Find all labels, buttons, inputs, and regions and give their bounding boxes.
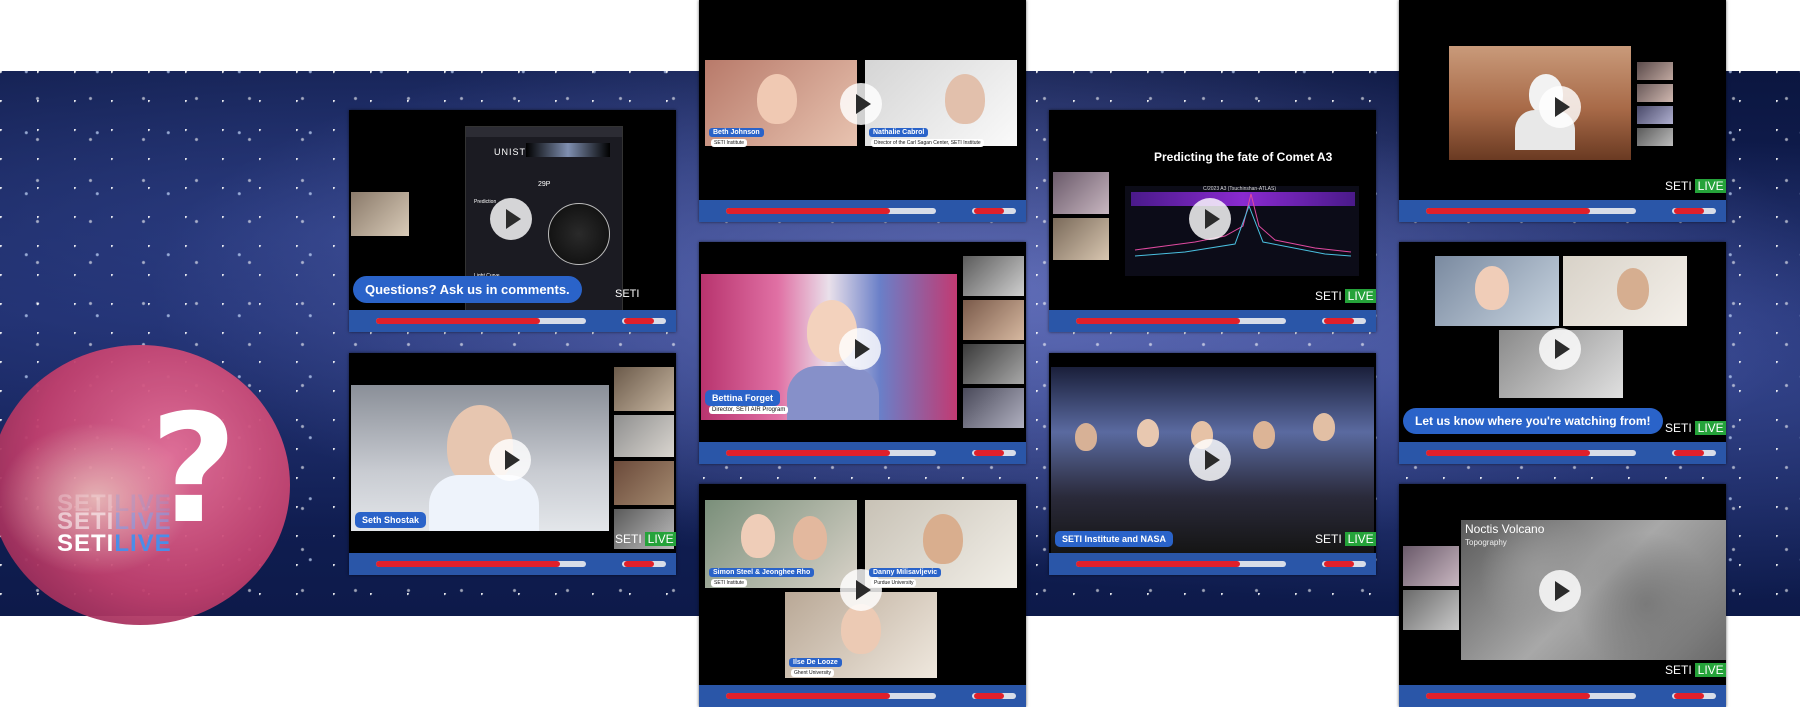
participant-thumbnail-1 <box>1053 172 1109 214</box>
speaker-name: Bettina Forget <box>705 390 781 406</box>
map-title: Noctis Volcano <box>1465 522 1545 536</box>
seti-live-badge: SETI LIVE <box>615 531 676 547</box>
play-icon[interactable] <box>1539 328 1581 370</box>
video-card-panel[interactable]: Simon Steel & Jeonghee Rho SETI Institut… <box>699 484 1026 707</box>
planet-illustration <box>0 345 290 625</box>
seti-live-badge: SETI LIVE <box>1315 531 1376 547</box>
thumbnail-3 <box>1637 106 1673 124</box>
watching-caption: Let us know where you're watching from! <box>1403 408 1663 434</box>
seti-live-badge: SETI LIVE <box>1315 288 1376 304</box>
participant-affiliation-bottom: Ghent University <box>791 669 834 677</box>
map-subtitle: Topography <box>1465 538 1507 547</box>
participant-video-right <box>1563 256 1687 326</box>
caption: SETI Institute and NASA <box>1055 531 1174 547</box>
thumbnail-4 <box>1637 128 1673 146</box>
main-speaker-video <box>351 385 609 531</box>
participant-affiliation-right: Purdue University <box>871 579 917 587</box>
video-progress-bar[interactable] <box>349 553 676 575</box>
play-icon[interactable] <box>1539 570 1581 612</box>
video-card-shostak[interactable]: Seth Shostak SETI LIVE <box>349 353 676 575</box>
video-progress-bar[interactable] <box>1399 200 1726 222</box>
seti-live-badge: SETI LIVE <box>1665 178 1726 194</box>
video-progress-bar[interactable] <box>1399 442 1726 464</box>
video-card-comet[interactable]: Predicting the fate of Comet A3 C/2023 A… <box>1049 110 1376 332</box>
play-icon[interactable] <box>1189 439 1231 481</box>
participant-thumbnail-2 <box>1403 590 1459 630</box>
participant-affiliation-right: Director of the Carl Sagan Center, SETI … <box>871 139 984 147</box>
video-card-watching[interactable]: Let us know where you're watching from! … <box>1399 242 1726 464</box>
thumbnail-3 <box>963 344 1024 384</box>
participant-video-left <box>1435 256 1559 326</box>
thumbnail-4 <box>963 388 1024 428</box>
video-card-astronaut[interactable]: SETI LIVE <box>1399 0 1726 222</box>
video-card-unistellar[interactable]: UNISTELLAR 29P Prediction Light Curve Me… <box>349 110 676 332</box>
video-card-nasa[interactable]: SETI Institute and NASA SETI LIVE <box>1049 353 1376 575</box>
thumbnail-1 <box>1637 62 1673 80</box>
seti-live-badge: SETI LIVE <box>1665 662 1726 678</box>
thumbnail-1 <box>614 367 674 411</box>
comet-curve <box>1134 193 1352 257</box>
video-progress-bar[interactable] <box>699 685 1026 707</box>
seti-live-logo: SETILIVE <box>57 530 172 557</box>
video-progress-bar[interactable] <box>1049 553 1376 575</box>
thumbnail-2 <box>963 300 1024 340</box>
speaker-title: Director, SETI AIR Program <box>709 406 789 414</box>
play-icon[interactable] <box>839 328 881 370</box>
participant-name-right: Danny Milisavljevic <box>869 568 942 577</box>
participant-name-left: Beth Johnson <box>709 128 764 137</box>
participant-name-left: Simon Steel & Jeonghee Rho <box>709 568 815 577</box>
video-progress-bar[interactable] <box>1049 310 1376 332</box>
speaker-name: Seth Shostak <box>355 512 427 528</box>
play-icon[interactable] <box>489 439 531 481</box>
play-icon[interactable] <box>1539 86 1581 128</box>
seti-live-badge: SETI <box>615 288 640 300</box>
video-progress-bar[interactable] <box>1399 685 1726 707</box>
prediction-label: Prediction <box>474 199 497 205</box>
questions-caption: Questions? Ask us in comments. <box>353 276 582 303</box>
star-chart <box>548 203 610 265</box>
participant-affiliation-left: SETI Institute <box>711 139 748 147</box>
thumbnail-1 <box>963 256 1024 296</box>
video-progress-bar[interactable] <box>699 200 1026 222</box>
video-progress-bar[interactable] <box>349 310 676 332</box>
play-icon[interactable] <box>1189 198 1231 240</box>
thumbnail-2 <box>1637 84 1673 102</box>
object-label: 29P <box>538 181 551 188</box>
thumbnail-2 <box>614 415 674 457</box>
video-card-johnson-cabrol[interactable]: Beth Johnson SETI Institute Nathalie Cab… <box>699 0 1026 222</box>
participant-thumbnail-2 <box>1053 218 1109 260</box>
play-icon[interactable] <box>490 198 532 240</box>
thumbnail-3 <box>614 461 674 505</box>
video-progress-bar[interactable] <box>699 442 1026 464</box>
video-card-forget[interactable]: Bettina Forget Director, SETI AIR Progra… <box>699 242 1026 464</box>
play-icon[interactable] <box>840 83 882 125</box>
video-card-noctis[interactable]: Noctis Volcano Topography SETI LIVE <box>1399 484 1726 707</box>
participant-affiliation-left: SETI Institute <box>711 579 748 587</box>
participant-thumbnail <box>351 192 409 236</box>
slide-title: Predicting the fate of Comet A3 <box>1154 150 1333 164</box>
comet-chart: C/2023 A3 (Tsuchinshan-ATLAS) <box>1125 186 1359 276</box>
comet-image <box>526 143 610 157</box>
seti-live-badge: SETI LIVE <box>1665 420 1726 436</box>
participant-name-bottom: Ilse De Looze <box>789 658 842 667</box>
participant-name-right: Nathalie Cabrol <box>869 128 929 137</box>
participant-thumbnail-1 <box>1403 546 1459 586</box>
